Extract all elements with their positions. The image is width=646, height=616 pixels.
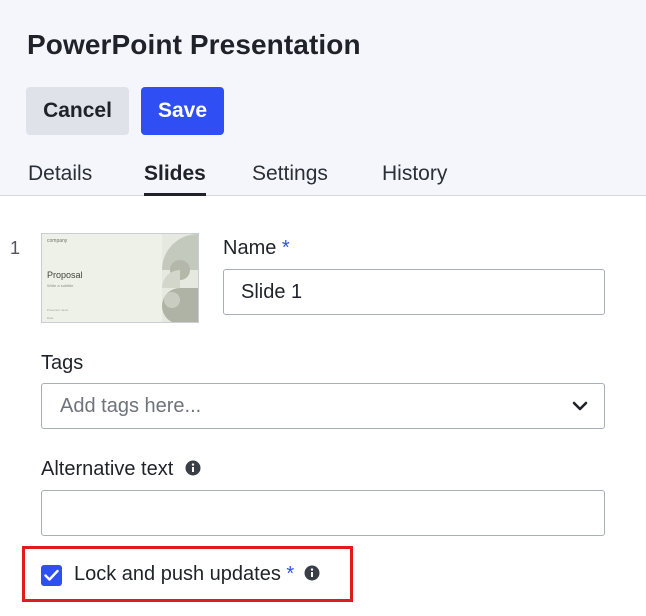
header: PowerPoint Presentation Cancel Save Deta… [0, 0, 646, 196]
tags-placeholder: Add tags here... [60, 395, 202, 417]
thumbnail-decoration [162, 234, 198, 322]
thumbnail-heading: Proposal [47, 270, 83, 280]
name-label-text: Name [223, 237, 277, 259]
thumbnail-footer-1: Presenter name [47, 308, 69, 312]
thumbnail-footer-2: Date [47, 316, 54, 320]
tab-settings[interactable]: Settings [252, 160, 328, 196]
slide-thumbnail[interactable]: company Proposal Write a subtitle Presen… [41, 233, 199, 323]
tab-bar: Details Slides Settings History [0, 160, 646, 196]
tags-label: Tags [41, 352, 84, 374]
alt-text-input[interactable] [41, 490, 605, 536]
info-icon[interactable] [304, 565, 320, 581]
lock-label[interactable]: Lock and push updates * [74, 563, 320, 586]
thumbnail-subtitle: Write a subtitle [47, 283, 74, 288]
tags-select[interactable]: Add tags here... [41, 383, 605, 429]
thumbnail-logo-text: company [47, 238, 68, 244]
name-label: Name * [223, 237, 290, 260]
alt-text-label: Alternative text [41, 458, 201, 481]
tab-history[interactable]: History [382, 160, 447, 196]
required-asterisk: * [281, 237, 290, 259]
tab-slides[interactable]: Slides [144, 160, 206, 196]
name-input[interactable] [223, 269, 605, 315]
lock-checkbox[interactable] [41, 565, 62, 586]
save-button[interactable]: Save [141, 87, 224, 135]
page-title: PowerPoint Presentation [27, 29, 361, 60]
alt-text-label-text: Alternative text [41, 458, 174, 480]
required-asterisk: * [286, 563, 295, 585]
lock-label-text: Lock and push updates [74, 563, 281, 585]
checkmark-icon [44, 569, 59, 581]
chevron-down-icon [572, 401, 588, 411]
slide-number: 1 [10, 238, 21, 258]
tab-details[interactable]: Details [28, 160, 92, 196]
cancel-button[interactable]: Cancel [26, 87, 129, 135]
info-icon[interactable] [185, 460, 201, 476]
